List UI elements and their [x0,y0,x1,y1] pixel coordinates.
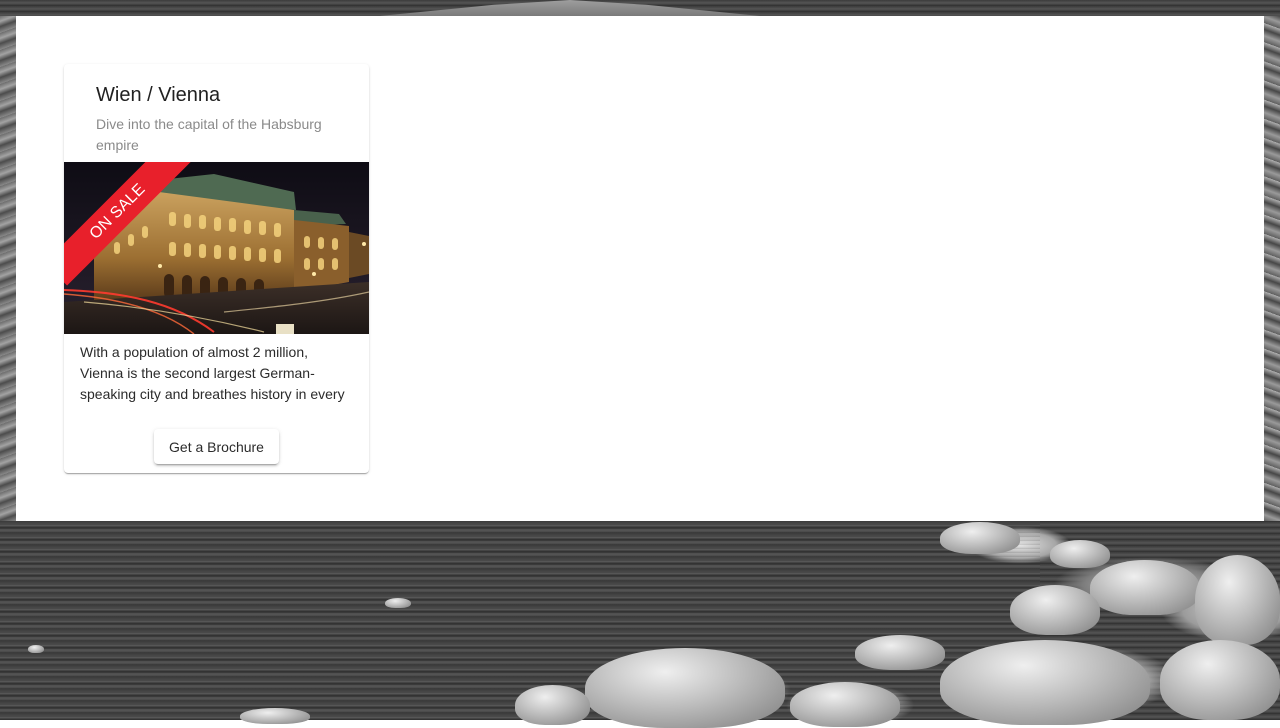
background-rock [1090,560,1200,615]
city-card: Wien / Vienna Dive into the capital of t… [64,64,369,473]
background-rock [940,640,1150,725]
vienna-opera-photo [64,162,369,334]
background-rock [940,522,1020,554]
background-rock [240,708,310,724]
card-image: ON SALE [64,162,369,334]
background-rock [1050,540,1110,568]
background-rock [385,598,411,608]
card-title: Wien / Vienna [96,84,221,106]
background-mountain [380,0,760,16]
background-rock [855,635,945,670]
background-shore-right [1264,16,1280,521]
background-rock [585,648,785,728]
background-shore-left [0,16,16,521]
background-rock [790,682,900,727]
get-brochure-button[interactable]: Get a Brochure [154,429,279,464]
card-header: Wien / Vienna Dive into the capital of t… [64,64,369,162]
background-rock [515,685,590,725]
card-subtitle: Dive into the capital of the Habsburg em… [96,116,322,153]
background-rock [28,645,44,653]
background-rock [1010,585,1100,635]
background-rock [1160,640,1280,720]
background-rock [1195,555,1280,645]
content-panel: Wien / Vienna Dive into the capital of t… [16,16,1264,521]
card-description: With a population of almost 2 million, V… [80,344,345,402]
